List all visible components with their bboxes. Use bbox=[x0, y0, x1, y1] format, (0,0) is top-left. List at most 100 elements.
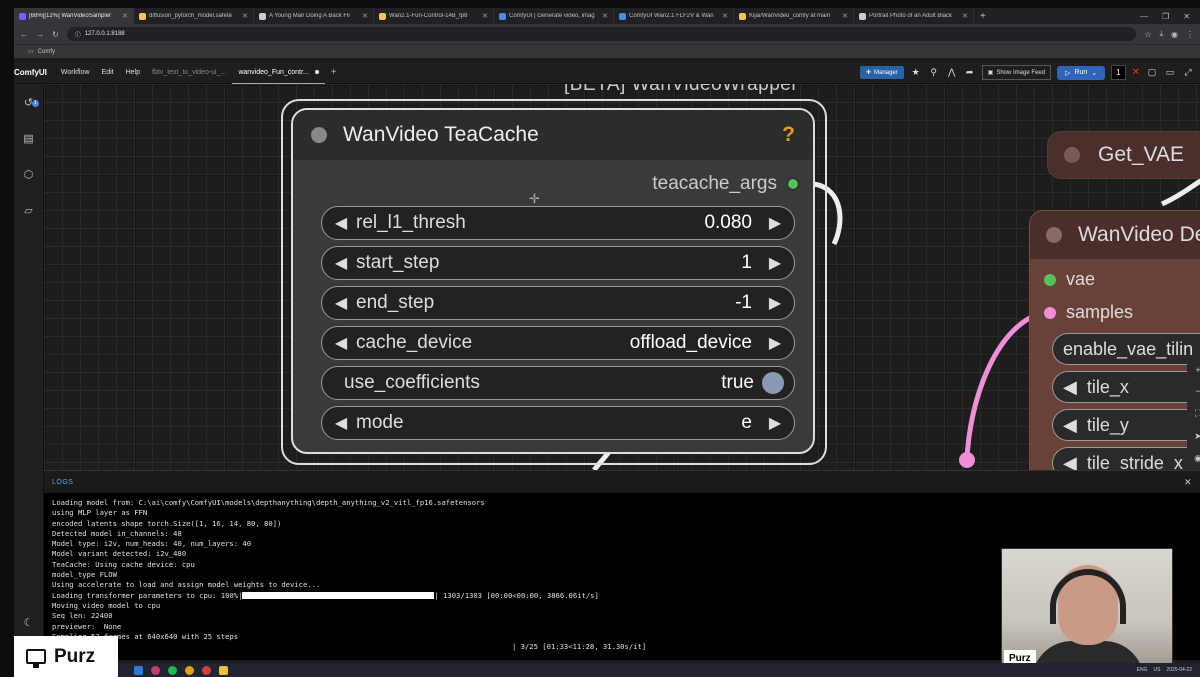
widget-use-coefficients[interactable]: use_coefficients true bbox=[321, 366, 795, 400]
tab-close-icon[interactable]: ✕ bbox=[842, 12, 848, 20]
chrome-alt-icon[interactable] bbox=[202, 665, 211, 675]
toggle-knob[interactable] bbox=[762, 372, 784, 394]
widget-tile-stride-x[interactable]: ◀ tile_stride_x bbox=[1052, 447, 1200, 470]
help-icon[interactable]: ? bbox=[782, 123, 795, 147]
browser-tab[interactable]: Wan2.1-Fun-Control-14B_fp8 ✕ bbox=[374, 8, 494, 24]
decrement-icon[interactable]: ◀ bbox=[1063, 453, 1077, 471]
browser-tab[interactable]: Kijai/WanVideo_comfy at main ✕ bbox=[734, 8, 854, 24]
decrement-icon[interactable]: ◀ bbox=[1063, 377, 1077, 398]
workflow-tab-2[interactable]: wanvideo_Fun_contr... bbox=[232, 62, 325, 84]
browser-tab[interactable]: ComfyUI Wan2.1 FLF2V & Wan ✕ bbox=[614, 8, 734, 24]
minimize-icon[interactable]: — bbox=[1140, 12, 1148, 21]
manager-button[interactable]: ✚ Manager bbox=[859, 66, 904, 79]
run-button[interactable]: ▷ Run ⌄ bbox=[1057, 65, 1106, 80]
teacache-node[interactable]: WanVideo TeaCache ? teacache_args ◀ rel_… bbox=[291, 108, 815, 454]
queue-icon[interactable]: ▢ bbox=[1146, 67, 1158, 78]
collapse-dot-icon[interactable] bbox=[1046, 227, 1062, 243]
back-icon[interactable]: ← bbox=[20, 30, 28, 39]
close-logs-icon[interactable]: ✕ bbox=[1184, 477, 1192, 488]
chevron-down-icon[interactable]: ⌄ bbox=[1091, 69, 1097, 77]
tab-close-icon[interactable]: ✕ bbox=[962, 12, 968, 20]
widget-cache-device[interactable]: ◀ cache_device offload_device ▶ bbox=[321, 326, 795, 360]
menu-help[interactable]: Help bbox=[120, 69, 146, 76]
output-slot-dot[interactable] bbox=[787, 178, 799, 190]
cancel-run-icon[interactable]: ✕ bbox=[1132, 67, 1140, 78]
url-field[interactable]: ⓘ 127.0.0.1:8188 bbox=[66, 27, 1137, 41]
panel-icon[interactable]: ▭ bbox=[1164, 67, 1176, 78]
zoom-out-icon[interactable]: − bbox=[1195, 386, 1200, 396]
decrement-icon[interactable]: ◀ bbox=[332, 253, 350, 273]
tab-close-icon[interactable]: ✕ bbox=[362, 12, 368, 20]
share-icon[interactable]: ➦ bbox=[964, 67, 976, 78]
theme-moon-icon[interactable]: ☾ bbox=[24, 616, 34, 629]
folder-open-icon[interactable]: ▱ bbox=[24, 204, 32, 217]
explorer-icon[interactable] bbox=[219, 665, 228, 675]
library-icon[interactable]: ▤ bbox=[23, 132, 33, 145]
forward-icon[interactable]: → bbox=[36, 30, 44, 39]
batch-count-input[interactable]: 1 bbox=[1111, 65, 1126, 80]
increment-icon[interactable]: ▶ bbox=[766, 333, 784, 353]
profile-icon[interactable]: ◉ bbox=[1171, 30, 1178, 39]
download-icon[interactable]: ⤓ bbox=[1159, 29, 1163, 39]
tab-close-icon[interactable]: ✕ bbox=[122, 12, 128, 20]
get-vae-node[interactable]: Get_VAE bbox=[1047, 131, 1200, 179]
widget-start-step[interactable]: ◀ start_step 1 ▶ bbox=[321, 246, 795, 280]
decode-node-header[interactable]: WanVideo De bbox=[1030, 211, 1200, 259]
decrement-icon[interactable]: ◀ bbox=[332, 293, 350, 313]
tray-date[interactable]: 2025-04-22 bbox=[1166, 667, 1192, 673]
toggle-links-icon[interactable]: ◉ bbox=[1194, 453, 1200, 464]
star-icon[interactable]: ★ bbox=[910, 67, 922, 78]
comfy-logo[interactable]: ComfyUI bbox=[14, 68, 55, 77]
close-icon[interactable]: ✕ bbox=[1183, 12, 1190, 21]
wanvideo-decode-node[interactable]: WanVideo De vae samples enable_vae_tilin… bbox=[1029, 210, 1200, 470]
decrement-icon[interactable]: ◀ bbox=[332, 413, 350, 433]
tray-region[interactable]: US bbox=[1153, 667, 1160, 673]
bookmark-comfy[interactable]: Comfy bbox=[38, 49, 55, 55]
show-image-feed-button[interactable]: ▣ Show Image Feed bbox=[981, 65, 1052, 80]
new-tab-button[interactable]: + bbox=[974, 11, 992, 22]
tab-close-icon[interactable]: ✕ bbox=[722, 12, 728, 20]
spotify-icon[interactable] bbox=[168, 665, 177, 675]
fit-view-icon[interactable]: ⛶ bbox=[1195, 408, 1200, 419]
widget-end-step[interactable]: ◀ end_step -1 ▶ bbox=[321, 286, 795, 320]
widget-rel-l1-thresh[interactable]: ◀ rel_l1_thresh 0.080 ▶ bbox=[321, 206, 795, 240]
menu-workflow[interactable]: Workflow bbox=[55, 69, 96, 76]
obs-icon[interactable] bbox=[151, 665, 160, 675]
decrement-icon[interactable]: ◀ bbox=[332, 213, 350, 233]
increment-icon[interactable]: ▶ bbox=[766, 413, 784, 433]
browser-tab[interactable]: diffusion_pytorch_model.safete ✕ bbox=[134, 8, 254, 24]
increment-icon[interactable]: ▶ bbox=[766, 213, 784, 233]
tab-close-icon[interactable]: ✕ bbox=[242, 12, 248, 20]
logs-tab[interactable]: LOGS bbox=[52, 479, 73, 486]
node-icon[interactable]: ⚲ bbox=[928, 67, 940, 78]
browser-tab[interactable]: Portrait Photo of an Adult Black ✕ bbox=[854, 8, 974, 24]
input-slot-dot[interactable] bbox=[1044, 273, 1056, 286]
maximize-icon[interactable]: ❐ bbox=[1162, 12, 1169, 21]
zoom-in-icon[interactable]: + bbox=[1195, 365, 1200, 375]
widget-tile-y[interactable]: ◀ tile_y bbox=[1052, 409, 1200, 441]
decrement-icon[interactable]: ◀ bbox=[1063, 415, 1077, 436]
new-workflow-button[interactable]: + bbox=[325, 67, 343, 78]
input-slot-dot[interactable] bbox=[1044, 306, 1056, 319]
decrement-icon[interactable]: ◀ bbox=[332, 333, 350, 353]
workflow-tab-1[interactable]: fbtv_text_to_video-ui_... bbox=[146, 62, 232, 84]
tab-close-icon[interactable]: ✕ bbox=[482, 12, 488, 20]
tray-lang[interactable]: ENG bbox=[1137, 667, 1148, 673]
widget-mode[interactable]: ◀ mode e ▶ bbox=[321, 406, 795, 440]
tab-close-icon[interactable]: ✕ bbox=[602, 12, 608, 20]
increment-icon[interactable]: ▶ bbox=[766, 253, 784, 273]
menu-edit[interactable]: Edit bbox=[96, 69, 120, 76]
bookmark-star-icon[interactable]: ☆ bbox=[1144, 30, 1151, 39]
cube-icon[interactable]: ⬡ bbox=[24, 168, 34, 181]
reload-icon[interactable]: ↻ bbox=[52, 30, 59, 39]
fullscreen-icon[interactable]: ⤢ bbox=[1182, 67, 1194, 78]
browser-tab[interactable]: [68%][12%] WanVideoSampler ✕ bbox=[14, 8, 134, 24]
models-icon[interactable]: ⋀ bbox=[946, 67, 958, 78]
browser-tab[interactable]: ComfyUI | Generate video, imag ✕ bbox=[494, 8, 614, 24]
browser-menu-icon[interactable]: ⋮ bbox=[1186, 30, 1194, 39]
node-canvas[interactable]: [BETA] WanVideoWrapper WanVideo TeaCache… bbox=[44, 84, 1200, 470]
site-info-icon[interactable]: ⓘ bbox=[75, 30, 81, 39]
chrome-icon[interactable] bbox=[185, 665, 194, 675]
collapse-dot-icon[interactable] bbox=[311, 127, 327, 143]
collapse-dot-icon[interactable] bbox=[1064, 147, 1080, 163]
